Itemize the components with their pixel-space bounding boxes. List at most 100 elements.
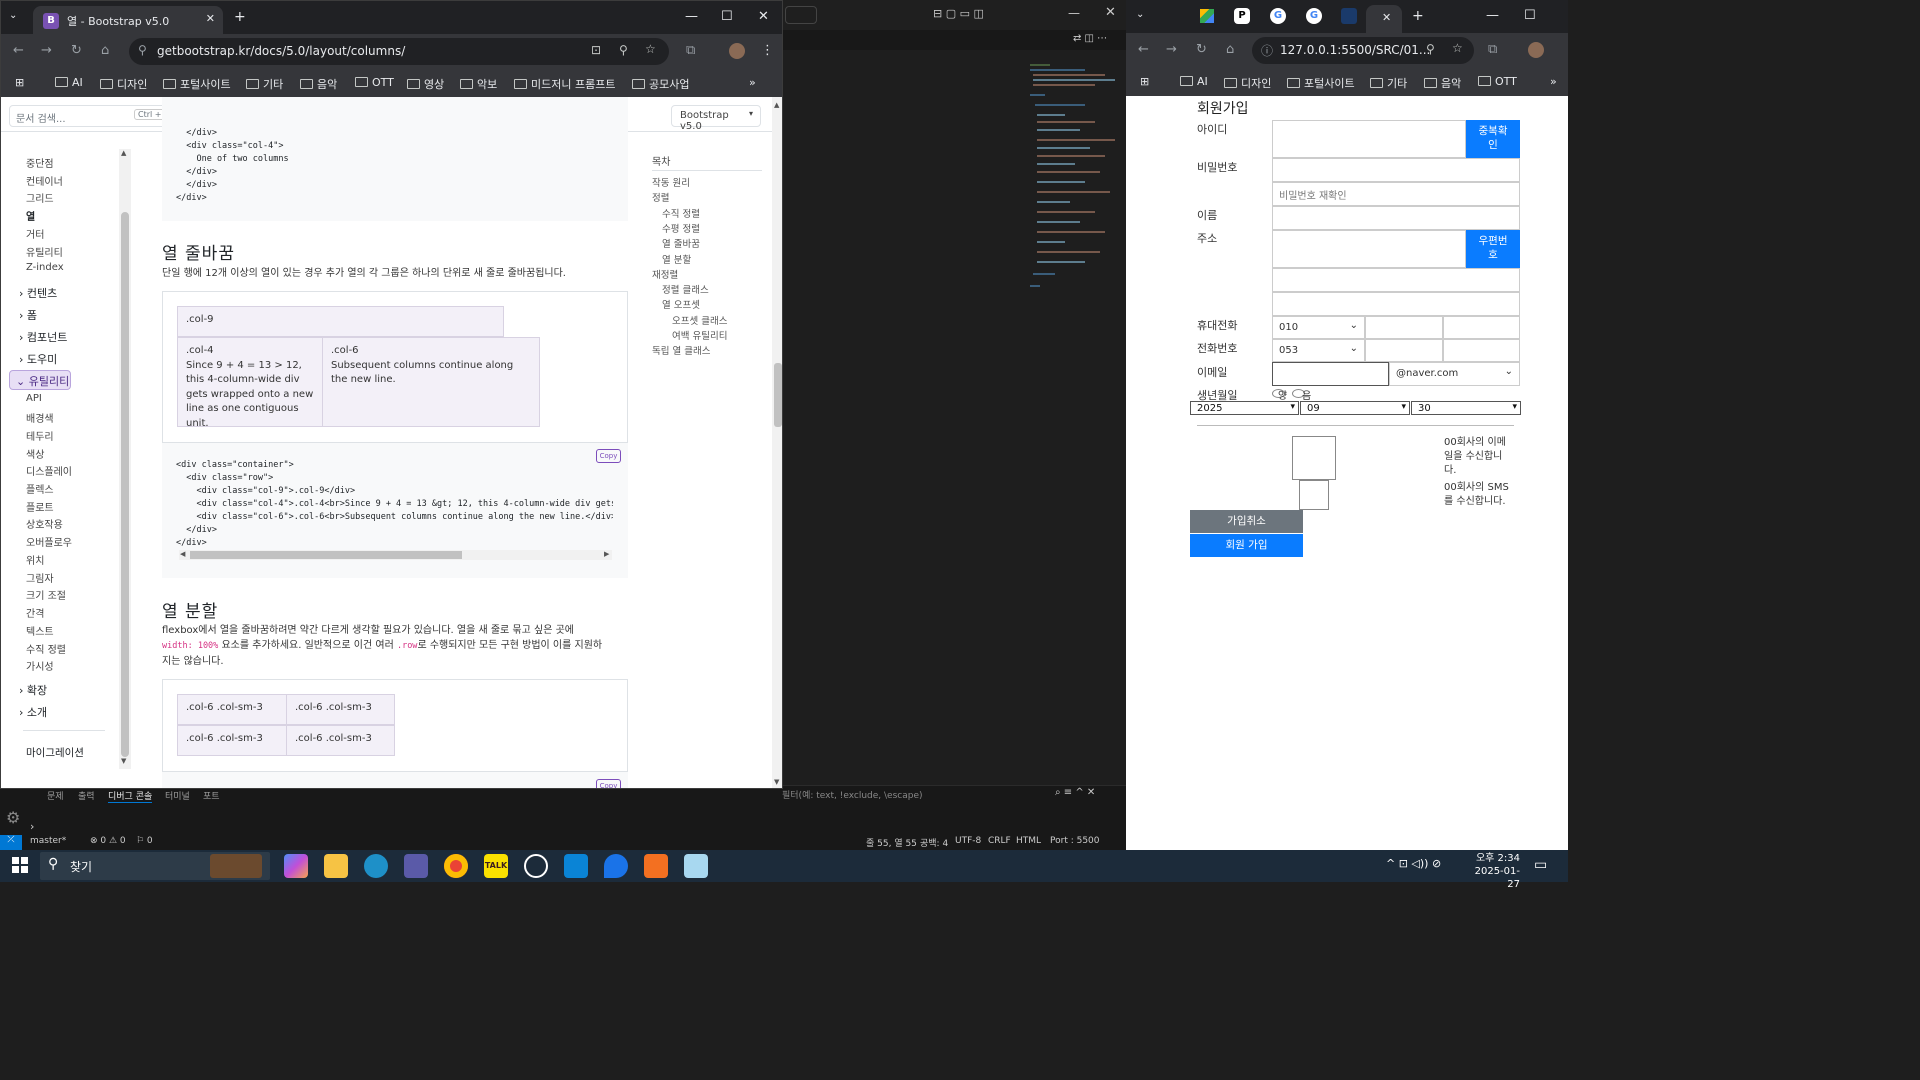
- sidebar-group-forms[interactable]: › 폼: [19, 307, 37, 323]
- sidebar-item-breakpoints[interactable]: 중단점: [26, 155, 54, 170]
- sidebar-item-spacing[interactable]: 간격: [26, 605, 44, 620]
- bookmark-midjourney[interactable]: 미드저니 프롬프트: [514, 76, 615, 92]
- bookmark-star-icon[interactable]: ☆: [645, 42, 656, 56]
- page-scroll-thumb[interactable]: [774, 363, 782, 427]
- avatar[interactable]: [1528, 42, 1544, 58]
- phone-prefix-select[interactable]: 053 ⌄: [1272, 339, 1365, 362]
- sidebar-group-content[interactable]: › 컨텐츠: [19, 285, 57, 301]
- scroll-down-icon[interactable]: ▼: [121, 757, 126, 765]
- taskbar-search[interactable]: ⚲ 찾기: [40, 852, 270, 880]
- avatar[interactable]: [729, 43, 745, 59]
- sidebar-item-position[interactable]: 위치: [26, 552, 44, 567]
- tab-search-icon[interactable]: ⌄: [1136, 9, 1144, 20]
- back-icon[interactable]: ←: [1138, 42, 1149, 57]
- debug-filter-input[interactable]: 필터(예: text, !exclude, \escape): [780, 788, 1070, 803]
- editor-actions-icon[interactable]: ⇄ ◫ ⋯: [1073, 33, 1107, 44]
- menu-kebab-icon[interactable]: ⋮: [761, 43, 774, 58]
- bookmark-etc[interactable]: 기타: [1370, 75, 1407, 91]
- status-ports[interactable]: ⚐ 0: [136, 836, 153, 846]
- google-icon[interactable]: G: [1306, 8, 1322, 24]
- sidebar-item-visibility[interactable]: 가시성: [26, 658, 54, 673]
- address-bar[interactable]: ⓘ 127.0.0.1:5500/SRC/01... ⚲ ☆: [1252, 37, 1474, 64]
- sidebar-item-grid[interactable]: 그리드: [26, 190, 54, 205]
- sidebar-item-overflow[interactable]: 오버플로우: [26, 534, 72, 549]
- toc-item[interactable]: 정렬 클래스: [662, 282, 709, 296]
- taskbar-clock[interactable]: 오후 2:34 2025-01-27: [1462, 852, 1520, 891]
- site-info-icon[interactable]: ⚲: [138, 43, 147, 57]
- page-scrollbar[interactable]: [772, 97, 782, 788]
- tab-close-icon[interactable]: ✕: [1382, 11, 1391, 24]
- bookmark-music[interactable]: 음악: [300, 76, 337, 92]
- status-spaces[interactable]: 공백: 4: [920, 836, 948, 849]
- cancel-signup-button[interactable]: 가입취소: [1190, 510, 1303, 533]
- scroll-left-icon[interactable]: ◀: [180, 550, 185, 558]
- status-branch[interactable]: master*: [30, 836, 66, 846]
- sidebar-item-display[interactable]: 디스플레이: [26, 463, 72, 478]
- reload-icon[interactable]: ↻: [71, 43, 82, 58]
- tab-close-icon[interactable]: ✕: [206, 12, 215, 25]
- more-bookmarks-icon[interactable]: »: [1550, 75, 1557, 88]
- back-icon[interactable]: ←: [13, 43, 24, 58]
- status-live-server[interactable]: Port : 5500: [1050, 836, 1100, 846]
- tab-active[interactable]: ✕: [1366, 5, 1402, 33]
- close-window-icon[interactable]: ✕: [758, 9, 769, 24]
- mobile-last-input[interactable]: [1443, 316, 1520, 339]
- app-orange-icon[interactable]: [644, 854, 668, 878]
- tab-terminal[interactable]: 터미널: [165, 789, 190, 802]
- email-domain-select[interactable]: @naver.com ⌄: [1389, 362, 1520, 386]
- info-icon[interactable]: ⓘ: [1261, 42, 1273, 59]
- minimize-icon[interactable]: —: [685, 9, 698, 24]
- command-center[interactable]: [785, 6, 817, 24]
- bookmark-portal[interactable]: 포털사이트: [163, 76, 231, 92]
- sidebar-item-vertical-align[interactable]: 수직 정렬: [26, 641, 66, 656]
- toc-item[interactable]: 수평 정렬: [662, 221, 700, 235]
- status-language[interactable]: HTML: [1016, 836, 1041, 846]
- sidebar-group-extend[interactable]: › 확장: [19, 682, 47, 698]
- bookmark-ott[interactable]: OTT: [355, 76, 394, 89]
- maximize-icon[interactable]: ☐: [721, 9, 733, 24]
- remote-desktop-icon[interactable]: [404, 854, 428, 878]
- p-site-icon[interactable]: P: [1234, 8, 1250, 24]
- scroll-right-icon[interactable]: ▶: [604, 550, 609, 558]
- sidebar-item-zindex[interactable]: Z-index: [26, 262, 64, 273]
- toc-item[interactable]: 독립 열 클래스: [652, 343, 710, 357]
- minimize-icon[interactable]: —: [1068, 6, 1080, 20]
- sidebar-item-utilities-layout[interactable]: 유틸리티: [26, 244, 63, 259]
- home-icon[interactable]: ⌂: [1226, 42, 1234, 57]
- phone-last-input[interactable]: [1443, 339, 1520, 362]
- tab-output[interactable]: 출력: [78, 789, 95, 802]
- docs-page[interactable]: 문서 검색... Ctrl + / Bootstrap v5.0 ▾ 중단점 컨테…: [1, 97, 772, 788]
- sidebar-item-flex[interactable]: 플렉스: [26, 481, 54, 496]
- scroll-down-icon[interactable]: ▼: [774, 778, 779, 786]
- forward-icon[interactable]: →: [41, 43, 52, 58]
- copy-button[interactable]: Copy: [596, 779, 621, 788]
- bookmark-ai[interactable]: AI: [1180, 75, 1208, 88]
- minimize-icon[interactable]: —: [1486, 8, 1499, 23]
- tab-ports[interactable]: 포트: [203, 789, 220, 802]
- install-icon[interactable]: ⊡: [591, 43, 601, 57]
- code-top[interactable]: </div> <div class="col-4"> One of two co…: [176, 127, 289, 205]
- settings-gear-icon[interactable]: ⚙: [6, 808, 20, 827]
- google-icon[interactable]: G: [1270, 8, 1286, 24]
- bookmark-star-icon[interactable]: ☆: [1452, 41, 1463, 55]
- tab-problems[interactable]: 문제: [47, 789, 64, 802]
- tab-debug-console[interactable]: 디버그 콘솔: [108, 789, 153, 803]
- birth-year-select[interactable]: 2025 ▾: [1190, 401, 1299, 415]
- birth-month-select[interactable]: 09 ▾: [1300, 401, 1410, 415]
- google-drive-icon[interactable]: [1200, 9, 1214, 23]
- chatgpt-icon[interactable]: [524, 854, 548, 878]
- windows-start-icon[interactable]: [12, 857, 28, 873]
- sidebar-item-gutters[interactable]: 거터: [26, 226, 44, 241]
- email-id-input[interactable]: [1272, 362, 1389, 386]
- minimap[interactable]: [1025, 60, 1125, 300]
- sidebar-item-interactions[interactable]: 상호작용: [26, 516, 63, 531]
- toc-item[interactable]: 정렬: [652, 190, 669, 204]
- apps-grid-icon[interactable]: ⊞: [15, 76, 24, 89]
- toc-item[interactable]: 재정렬: [652, 267, 678, 281]
- panel-actions-icon[interactable]: ⌕ ≡ ^ ✕: [1055, 787, 1095, 798]
- toc-item[interactable]: 수직 정렬: [662, 206, 700, 220]
- tab-bootstrap[interactable]: B 열 - Bootstrap v5.0 ✕: [33, 6, 223, 34]
- bookmark-contest[interactable]: 공모사업: [632, 76, 689, 92]
- phone-mid-input[interactable]: [1365, 339, 1443, 362]
- kakaotalk-icon[interactable]: TALK: [484, 854, 508, 878]
